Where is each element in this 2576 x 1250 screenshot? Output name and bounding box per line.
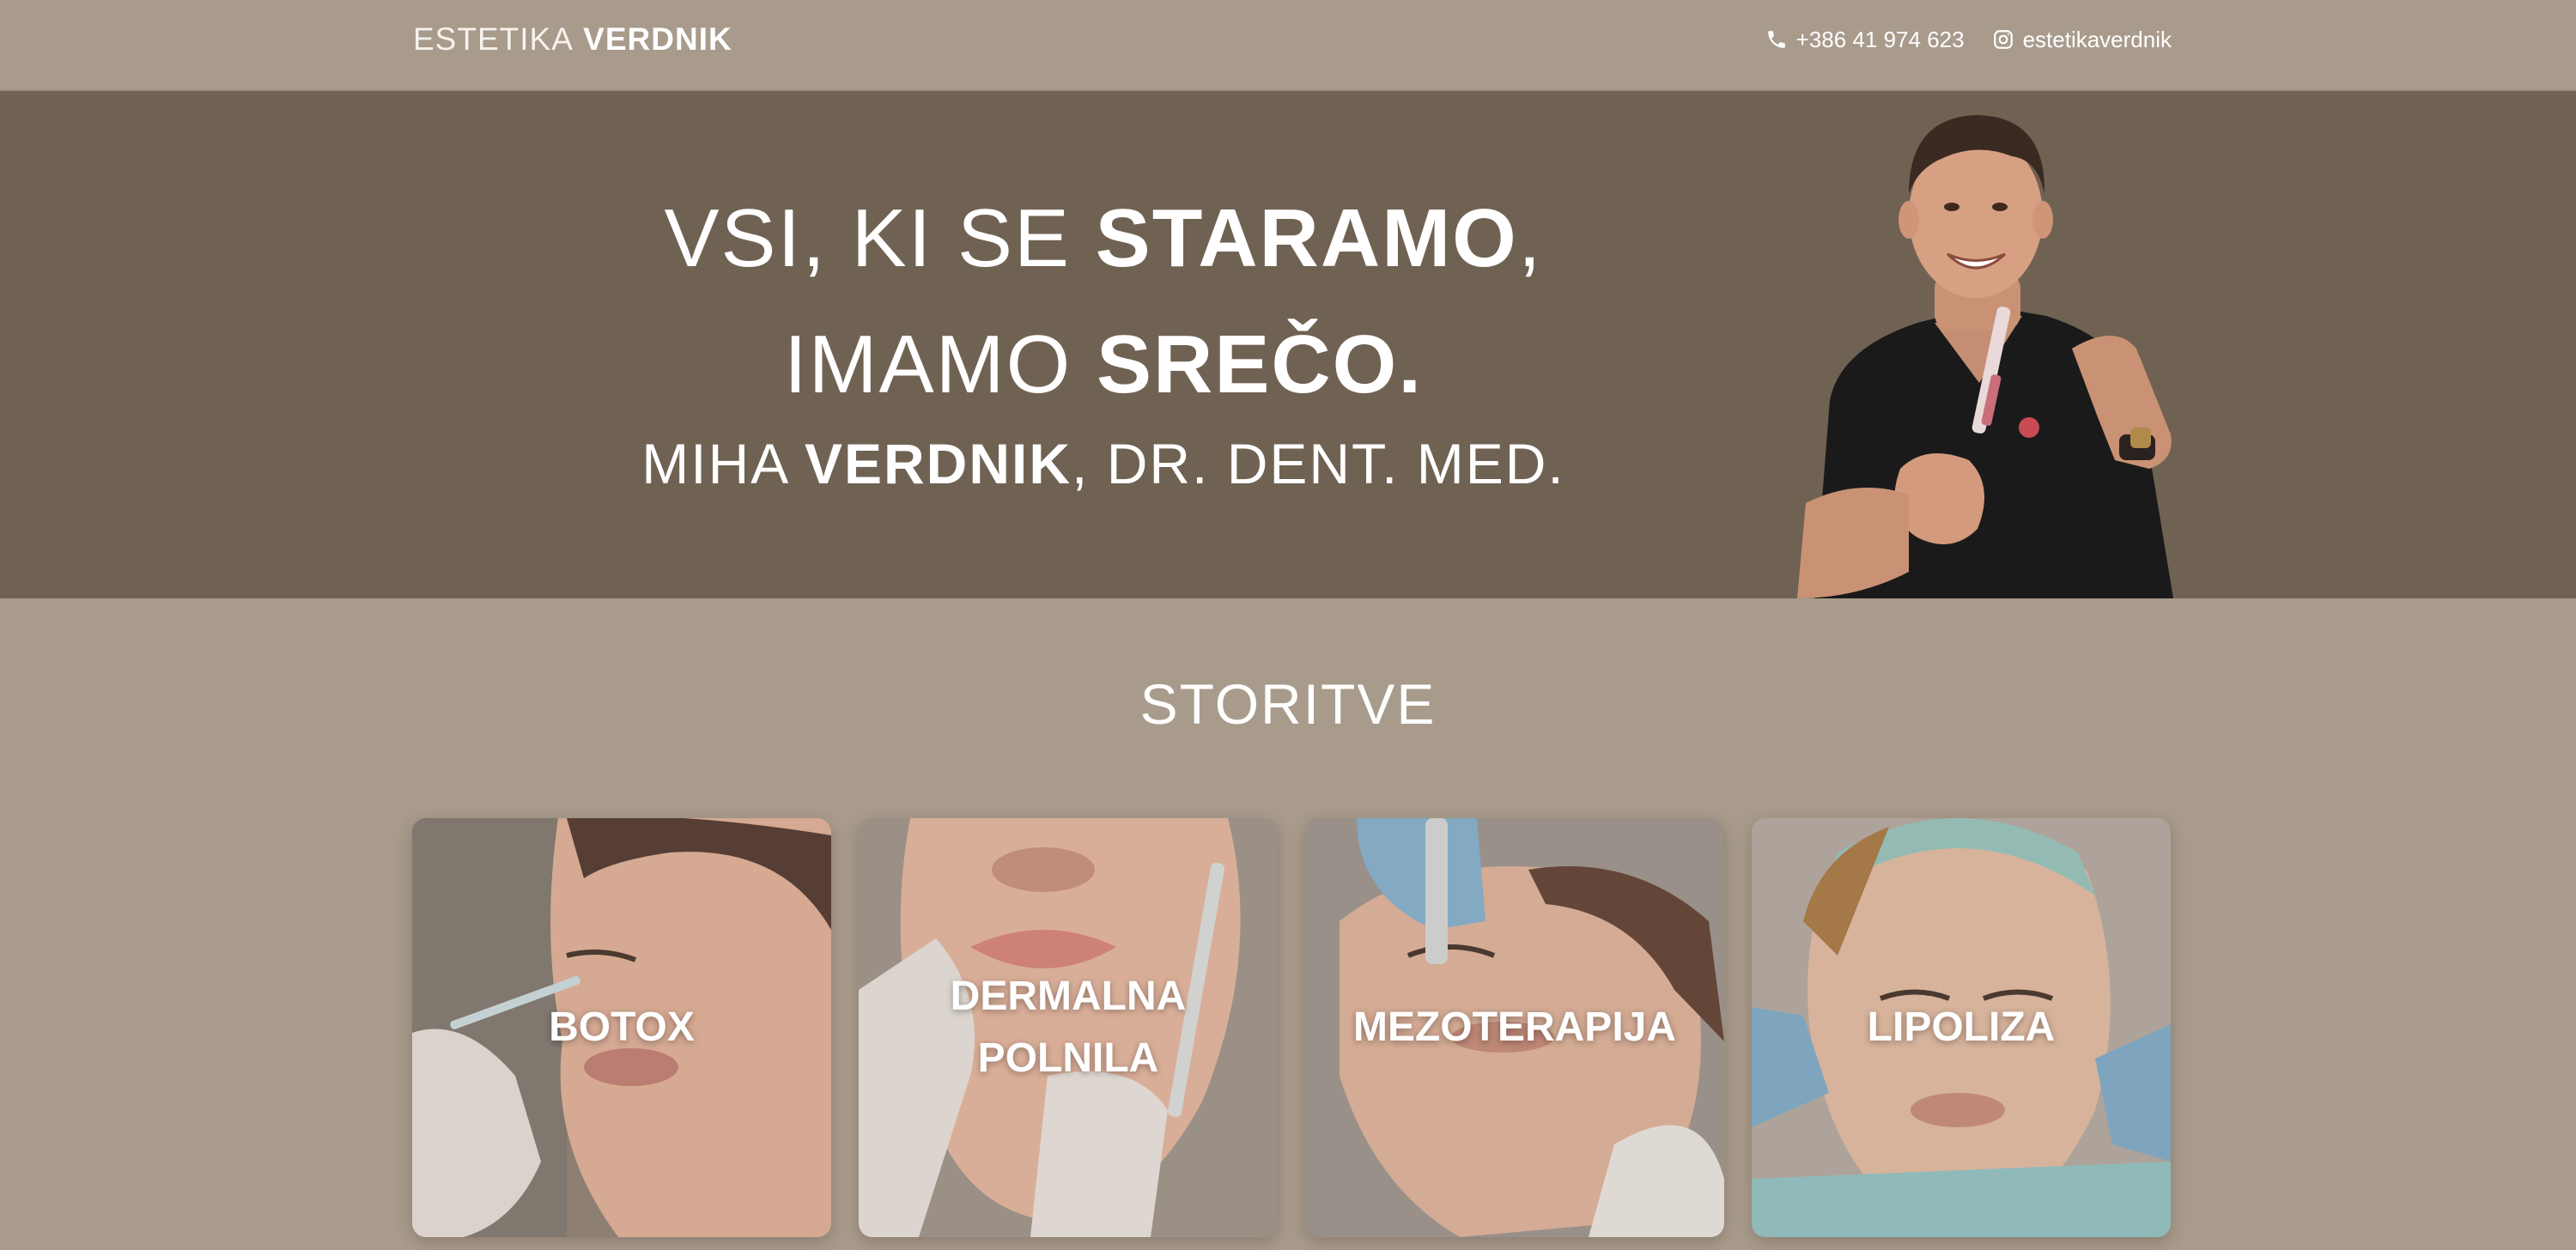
service-label: LIPOLIZA — [1867, 1004, 2056, 1050]
services-grid: BOTOX DERMALNA POLNILA MEZOTERAPIJA LIPO… — [412, 818, 2171, 1237]
services-title: STORITVE — [1139, 672, 1437, 736]
hero-subtitle-light: MIHA — [641, 432, 787, 495]
top-bar: ESTETIKA VERDNIK +386 41 974 623 estetik… — [0, 0, 2576, 91]
brand-logo[interactable]: ESTETIKA VERDNIK — [413, 19, 732, 60]
instagram-link[interactable]: estetikaverdnik — [1992, 22, 2172, 57]
hero-line-1-light: VSI, KI SE — [664, 192, 1071, 284]
phone-icon — [1765, 28, 1788, 51]
hero-subtitle-bold: VERDNIK — [804, 432, 1072, 495]
phone-number: +386 41 974 623 — [1795, 27, 1965, 52]
service-card-lipolysis[interactable]: LIPOLIZA — [1752, 818, 2171, 1237]
doctor-portrait-image — [1797, 115, 2173, 598]
phone-link[interactable]: +386 41 974 623 — [1765, 22, 1965, 57]
service-card-mesotherapy[interactable]: MEZOTERAPIJA — [1305, 818, 1724, 1237]
service-card-botox[interactable]: BOTOX — [412, 818, 831, 1237]
hero-banner: VSI, KI SE STARAMO, IMAMO SREČO. MIHA VE… — [0, 91, 2576, 598]
service-label: MEZOTERAPIJA — [1352, 1004, 1677, 1050]
instagram-icon — [1992, 28, 2014, 51]
brand-bold-text: VERDNIK — [583, 21, 732, 57]
hero-line-1-end: , — [1517, 192, 1543, 284]
service-label: BOTOX — [549, 1004, 695, 1050]
hero-line-2-light: IMAMO — [783, 319, 1072, 410]
brand-light-text: ESTETIKA — [413, 21, 574, 57]
hero-line-1: VSI, KI SE STARAMO, — [601, 191, 1606, 286]
hero-line-2: IMAMO SREČO. — [601, 318, 1606, 412]
service-label: DERMALNA POLNILA — [950, 974, 1187, 1081]
hero-line-2-bold: SREČO. — [1096, 319, 1424, 410]
hero-subtitle: MIHA VERDNIK, DR. DENT. MED. — [601, 429, 1606, 498]
service-card-dermal-fillers[interactable]: DERMALNA POLNILA — [859, 818, 1278, 1237]
instagram-handle: estetikaverdnik — [2022, 27, 2172, 52]
hero-subtitle-end: , DR. DENT. MED. — [1072, 432, 1565, 495]
hero-line-1-bold: STARAMO — [1095, 192, 1518, 284]
contact-links: +386 41 974 623 estetikaverdnik — [1765, 22, 2172, 57]
